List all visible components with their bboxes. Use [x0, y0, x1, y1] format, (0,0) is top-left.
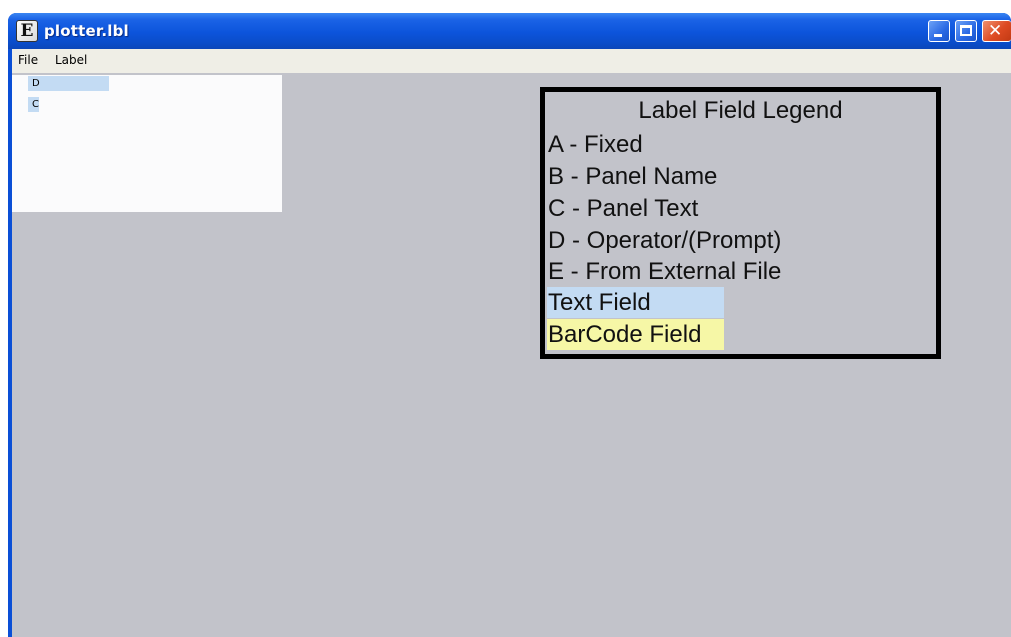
text-field-d[interactable]: D: [28, 76, 109, 91]
label-field-legend: Label Field Legend A - Fixed B - Panel N…: [540, 87, 941, 359]
legend-title: Label Field Legend: [638, 97, 843, 124]
app-icon[interactable]: E: [16, 20, 38, 42]
close-icon: ✕: [988, 21, 1003, 41]
menu-label[interactable]: Label: [55, 53, 87, 67]
window-title: plotter.lbl: [44, 22, 129, 40]
application-window: E plotter.lbl ✕ File Label D C Label Fie…: [8, 13, 1011, 637]
label-preview-panel[interactable]: D C: [12, 75, 282, 212]
legend-entry-panel-name: B - Panel Name: [548, 163, 718, 190]
maximize-button[interactable]: [955, 20, 977, 42]
title-bar[interactable]: E plotter.lbl ✕: [8, 13, 1011, 49]
label-workspace[interactable]: D C Label Field Legend A - Fixed B - Pan…: [12, 73, 1011, 637]
legend-barcode-field-swatch: BarCode Field: [547, 319, 724, 350]
text-field-c[interactable]: C: [28, 97, 39, 112]
minimize-icon: [934, 34, 942, 37]
legend-entry-operator-prompt: D - Operator/(Prompt): [548, 227, 782, 254]
maximize-icon: [960, 25, 972, 36]
legend-text-field-swatch: Text Field: [547, 287, 724, 318]
menu-bar: File Label: [12, 49, 1011, 73]
close-button[interactable]: ✕: [982, 20, 1011, 42]
minimize-button[interactable]: [928, 20, 950, 42]
legend-entry-external-file: E - From External File: [548, 258, 782, 285]
legend-entry-fixed: A - Fixed: [548, 131, 643, 158]
menu-file[interactable]: File: [18, 53, 38, 67]
legend-entry-panel-text: C - Panel Text: [548, 195, 699, 222]
